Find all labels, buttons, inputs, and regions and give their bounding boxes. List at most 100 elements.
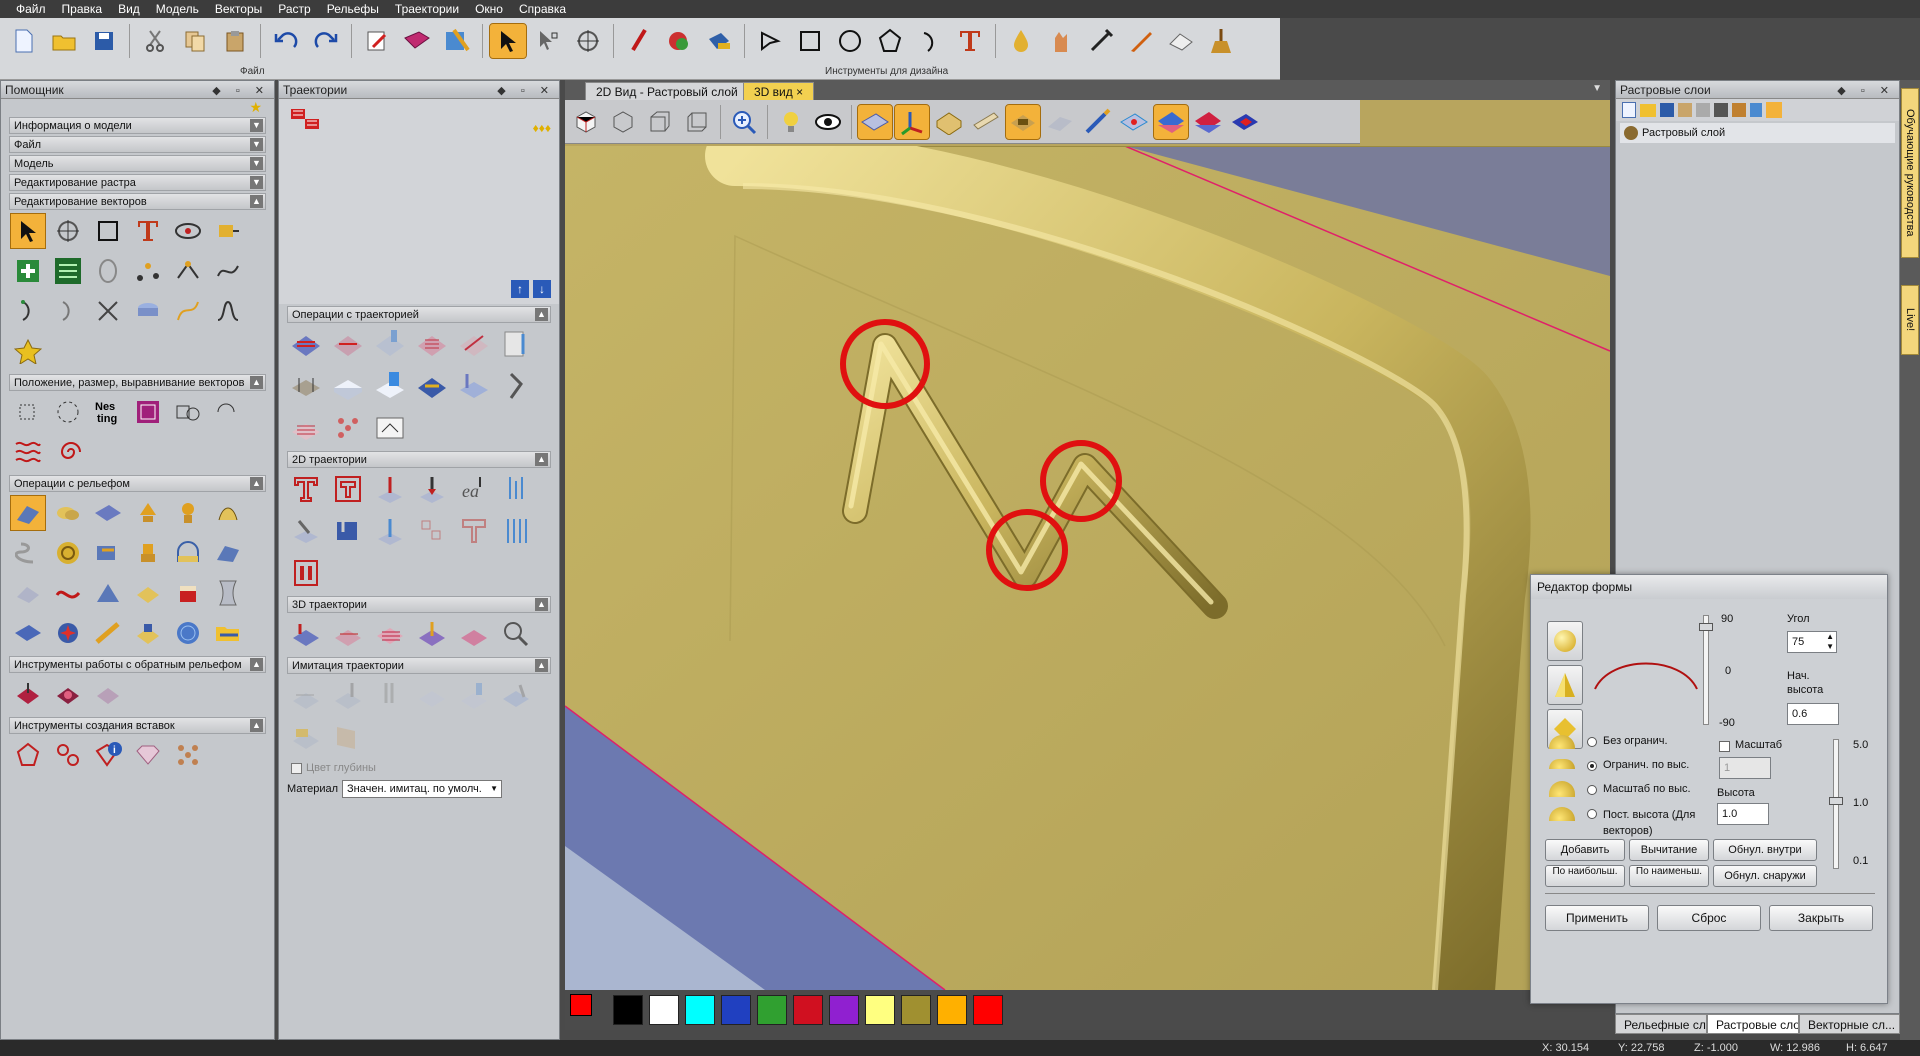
menu-window[interactable]: Окно	[467, 0, 511, 18]
ellipse-tools-icon[interactable]	[171, 214, 205, 248]
layer-blue-icon[interactable]	[1153, 103, 1189, 140]
color-swatch[interactable]	[685, 995, 715, 1025]
section-model-info[interactable]: Информация о модели ▼	[9, 117, 266, 134]
open-layer-icon[interactable]	[1640, 103, 1656, 117]
color-swatch[interactable]	[649, 995, 679, 1025]
transform-icon[interactable]	[570, 24, 606, 58]
toolpath-ladder-icon[interactable]	[289, 411, 323, 445]
circular-array-icon[interactable]	[51, 395, 85, 429]
pocket-toolpath-icon[interactable]	[331, 472, 365, 506]
mirror-icon[interactable]	[91, 254, 125, 288]
layer-diamond-icon[interactable]	[1228, 105, 1262, 139]
color-swatch[interactable]	[721, 995, 751, 1025]
toolpath-rotate-icon[interactable]	[499, 369, 533, 403]
hand-icon[interactable]	[1043, 24, 1079, 58]
edit-icon[interactable]	[359, 24, 395, 58]
wood-icon[interactable]	[969, 105, 1003, 139]
close-button[interactable]: Закрыть	[1769, 905, 1873, 931]
shapes-icon[interactable]	[171, 395, 205, 429]
save-icon[interactable]	[86, 24, 122, 58]
select-arrow-icon[interactable]	[10, 213, 46, 249]
sim-all-icon[interactable]	[289, 678, 323, 712]
relief-star-icon[interactable]	[51, 616, 85, 650]
broom-icon[interactable]	[1203, 24, 1239, 58]
bowl-icon[interactable]	[131, 294, 165, 328]
depth-color-checkbox[interactable]	[291, 762, 302, 774]
apply-button[interactable]: Применить	[1545, 905, 1649, 931]
drilling-icon[interactable]	[499, 472, 533, 506]
layer-visibility-icon[interactable]	[1766, 102, 1782, 118]
color-swatch[interactable]	[901, 995, 931, 1025]
relief-combine-icon[interactable]	[51, 496, 85, 530]
relief-offset-icon[interactable]	[131, 536, 165, 570]
arc-open-icon[interactable]	[51, 294, 85, 328]
panel-controls[interactable]: ◆ ▫ ✕	[497, 82, 555, 100]
sim-block-icon[interactable]	[415, 678, 449, 712]
toolpath-merge-icon[interactable]	[415, 327, 449, 361]
fluting-toolpath-icon[interactable]	[373, 514, 407, 548]
angle-input[interactable]: 75 ▲ ▼	[1787, 631, 1837, 653]
toolpath-block-icon[interactable]	[331, 369, 365, 403]
sim-pause-icon[interactable]	[373, 678, 407, 712]
color-swatch[interactable]	[793, 995, 823, 1025]
relief-pattern-icon[interactable]	[51, 536, 85, 570]
zero-inside-button[interactable]: Обнул. внутри	[1713, 839, 1817, 861]
copy-layer-icon[interactable]	[1678, 103, 1692, 117]
gray-shape-icon[interactable]	[1043, 105, 1077, 139]
scale-input[interactable]: 1	[1719, 757, 1771, 779]
bulb-icons[interactable]: ♦♦♦	[533, 121, 551, 135]
chevron-up-icon[interactable]: ▲	[535, 598, 548, 611]
3d-pencil-icon[interactable]	[457, 617, 491, 651]
3d-raster-icon[interactable]	[373, 617, 407, 651]
brush-icon[interactable]	[1080, 105, 1114, 139]
knife-icon[interactable]	[1123, 24, 1159, 58]
section-raster-edit[interactable]: Редактирование растра ▼	[9, 174, 266, 191]
round-shape-button[interactable]	[1547, 621, 1583, 661]
t-slot-toolpath-icon[interactable]	[457, 514, 491, 548]
engrave-text-icon[interactable]: ea	[457, 472, 491, 506]
menu-toolpaths[interactable]: Траектории	[387, 0, 467, 18]
relief-smooth-icon[interactable]	[131, 496, 165, 530]
vectors-view-icon[interactable]	[1117, 105, 1151, 139]
chevron-up-icon[interactable]: ▲	[250, 477, 263, 490]
axes-icon[interactable]	[894, 103, 930, 140]
toolpath-recalc-icon[interactable]	[331, 327, 365, 361]
pentagon-insert-icon[interactable]	[11, 738, 45, 772]
toolpath-calc-icon[interactable]	[289, 327, 323, 361]
visibility-eye-icon[interactable]	[811, 105, 845, 139]
color-swatch[interactable]	[865, 995, 895, 1025]
relief-cake-icon[interactable]	[171, 576, 205, 610]
show-plane-icon[interactable]	[857, 103, 893, 140]
view-front-icon[interactable]	[643, 105, 677, 139]
color-swatch[interactable]	[937, 995, 967, 1025]
current-colors[interactable]	[570, 994, 604, 1028]
color-swatch[interactable]	[613, 995, 643, 1025]
raster-layer-item[interactable]: Растровый слой	[1620, 123, 1895, 143]
toolpath-spiral-icon[interactable]	[415, 369, 449, 403]
nodes-icon[interactable]	[131, 254, 165, 288]
toolpath-array-icon[interactable]	[331, 411, 365, 445]
menu-reliefs[interactable]: Рельефы	[319, 0, 387, 18]
sim-reset-icon[interactable]	[457, 678, 491, 712]
color-swatch[interactable]	[829, 995, 859, 1025]
relief-twist-icon[interactable]	[211, 536, 245, 570]
move-up-icon[interactable]: ↑	[511, 280, 529, 298]
view-side-icon[interactable]	[680, 105, 714, 139]
radio-scale-height[interactable]	[1587, 785, 1597, 795]
radio-const-height[interactable]	[1587, 809, 1597, 819]
polygon-icon[interactable]	[872, 24, 908, 58]
drill-toolpath-icon[interactable]	[373, 472, 407, 506]
menu-help[interactable]: Справка	[511, 0, 574, 18]
node-path-icon[interactable]	[171, 254, 205, 288]
text-block-icon[interactable]	[51, 254, 85, 288]
color-swatch[interactable]	[973, 995, 1003, 1025]
chevron-down-icon[interactable]: ▼	[250, 157, 263, 170]
wave-pattern-icon[interactable]	[11, 435, 45, 469]
scale-checkbox[interactable]	[1719, 741, 1730, 752]
fill-icon[interactable]	[701, 24, 737, 58]
subtract-button[interactable]: Вычитание	[1629, 839, 1709, 861]
section-model[interactable]: Модель ▼	[9, 155, 266, 172]
magnet-icon[interactable]	[211, 214, 245, 248]
scissors-texture-icon[interactable]	[439, 24, 475, 58]
view-iso-icon[interactable]	[569, 105, 603, 139]
